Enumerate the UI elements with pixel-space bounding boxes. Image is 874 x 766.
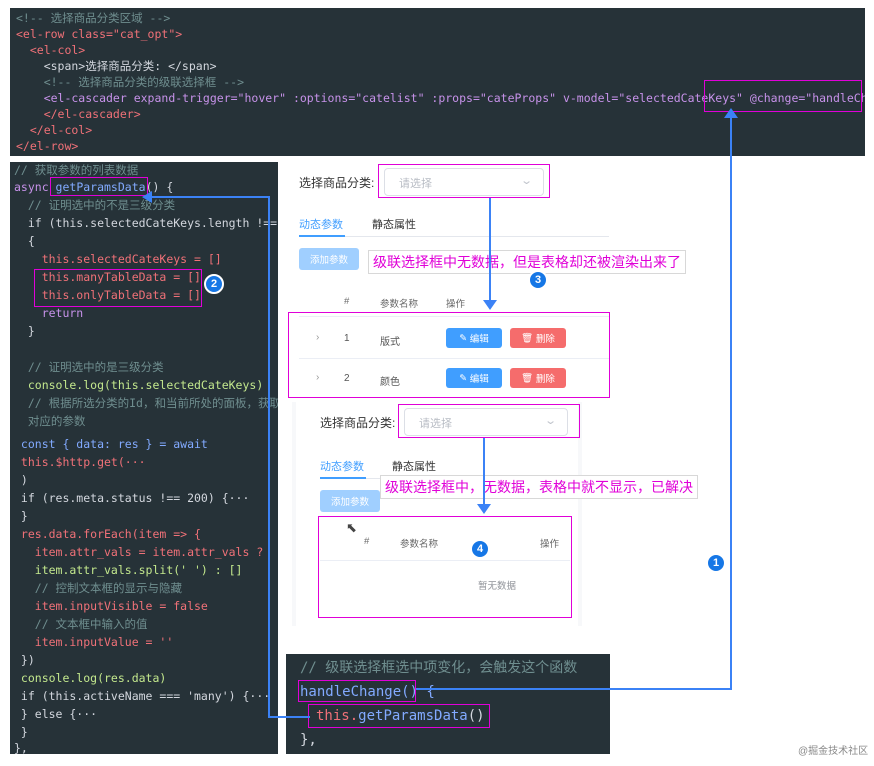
- code-line: 对应的参数: [14, 414, 86, 428]
- step-badge-3: 3: [528, 270, 548, 290]
- arrow-line-4: [483, 438, 485, 506]
- tab-dynamic-params[interactable]: 动态参数: [299, 216, 343, 232]
- arrow-line-1: [730, 116, 732, 688]
- code-line: }: [14, 324, 35, 338]
- highlight-cascader-after: [398, 404, 580, 438]
- code-line: // 控制文本框的显示与隐藏: [14, 581, 183, 595]
- watermark: @掘金技术社区: [798, 746, 869, 757]
- code-line: <el-col>: [16, 43, 86, 57]
- code-line: <!-- 选择商品分类区域 -->: [16, 11, 171, 25]
- category-select-label: 选择商品分类:: [299, 176, 375, 190]
- arrow-left-icon: [142, 191, 152, 203]
- highlight-empty-table: [318, 516, 572, 618]
- code-line: // 证明选中的是三级分类: [14, 360, 164, 374]
- code-line: <span>选择商品分类: </span>: [16, 59, 217, 73]
- tab-active-bar: [299, 235, 345, 237]
- arrow-up-icon: [724, 108, 738, 118]
- arrow-down-icon: [483, 300, 497, 310]
- highlight-reset-tables: [34, 269, 202, 307]
- code-line: // 文本框中输入的值: [14, 617, 148, 631]
- highlight-table-rows: [288, 312, 610, 398]
- code-line: const { data: res } = await: [14, 437, 208, 451]
- code-line: if (res.meta.status !== 200) {···: [14, 491, 250, 505]
- highlight-handler-def: [298, 680, 416, 702]
- code-line: console.log(this.selectedCateKeys): [14, 378, 264, 392]
- code-line: }: [14, 725, 28, 739]
- arrow-line-3: [489, 198, 491, 302]
- tab-static-attrs[interactable]: 静态属性: [372, 216, 416, 232]
- code-line: if (this.selectedCateKeys.length !== 3): [14, 216, 278, 230]
- code-line: },: [14, 741, 28, 754]
- code-line: // 获取参数的列表数据: [14, 163, 139, 177]
- code-line: <!-- 选择商品分类的级联选择框 -->: [16, 75, 245, 89]
- col-name: 参数名称: [380, 299, 419, 310]
- tab-dynamic-params[interactable]: 动态参数: [320, 458, 364, 474]
- highlight-cascader-before: [378, 164, 550, 198]
- code-line: // 根据所选分类的Id，和当前所处的面板，获取: [14, 396, 278, 410]
- code-line: item.inputVisible = false: [14, 599, 208, 613]
- step-badge-4: 4: [470, 539, 490, 559]
- tab-static-attrs[interactable]: 静态属性: [392, 458, 436, 474]
- code-line: item.attr_vals.split(' ') : []: [14, 563, 243, 577]
- code-line: item.attr_vals = item.attr_vals ?: [14, 545, 264, 559]
- highlight-call: [308, 704, 490, 728]
- add-param-button[interactable]: 添加参数: [320, 490, 380, 512]
- note-problem: 级联选择框中无数据，但是表格却还被渲染出来了: [368, 250, 686, 274]
- step-badge-2: 2: [204, 274, 224, 294]
- col-index: #: [344, 296, 350, 307]
- arrow-down-icon: [477, 504, 491, 514]
- code-line: this.selectedCateKeys = []: [14, 252, 222, 266]
- arrow-line-2-bottom: [268, 716, 310, 718]
- code-line: }: [14, 509, 28, 523]
- code-line: // 级联选择框选中项变化，会触发这个函数: [300, 660, 578, 676]
- note-solved: 级联选择框中，无数据，表格中就不显示，已解决: [380, 475, 698, 499]
- step-badge-1: 1: [706, 553, 726, 573]
- code-line: if (this.activeName === 'many') {···: [14, 689, 271, 703]
- script-code-panel: // 获取参数的列表数据 async getParamsData() { // …: [10, 162, 278, 754]
- category-select-label: 选择商品分类:: [320, 416, 396, 430]
- code-line: }): [14, 653, 35, 667]
- code-line: res.data.forEach(item => {: [14, 527, 201, 541]
- code-line: },: [300, 732, 317, 748]
- code-line: <el-row class="cat_opt">: [16, 27, 183, 41]
- code-line: console.log(res.data): [14, 671, 167, 685]
- code-line: {: [14, 234, 35, 248]
- code-line: return: [14, 306, 84, 320]
- tab-divider: [299, 236, 609, 237]
- code-line: </el-col>: [16, 123, 93, 137]
- code-line: this.$http.get(···: [14, 455, 146, 469]
- code-line: ): [14, 473, 28, 487]
- arrow-line-2-top: [150, 196, 270, 198]
- code-line: } else {···: [14, 707, 98, 721]
- add-param-button[interactable]: 添加参数: [299, 248, 359, 270]
- arrow-line-1-h: [416, 688, 732, 690]
- highlight-fn-name: [50, 177, 148, 196]
- arrow-line-2: [268, 196, 270, 716]
- code-line: item.inputValue = '': [14, 635, 174, 649]
- code-line: </el-row>: [16, 139, 79, 153]
- col-action: 操作: [446, 299, 466, 310]
- tab-active-bar: [320, 477, 366, 479]
- code-line: </el-cascader>: [16, 107, 141, 121]
